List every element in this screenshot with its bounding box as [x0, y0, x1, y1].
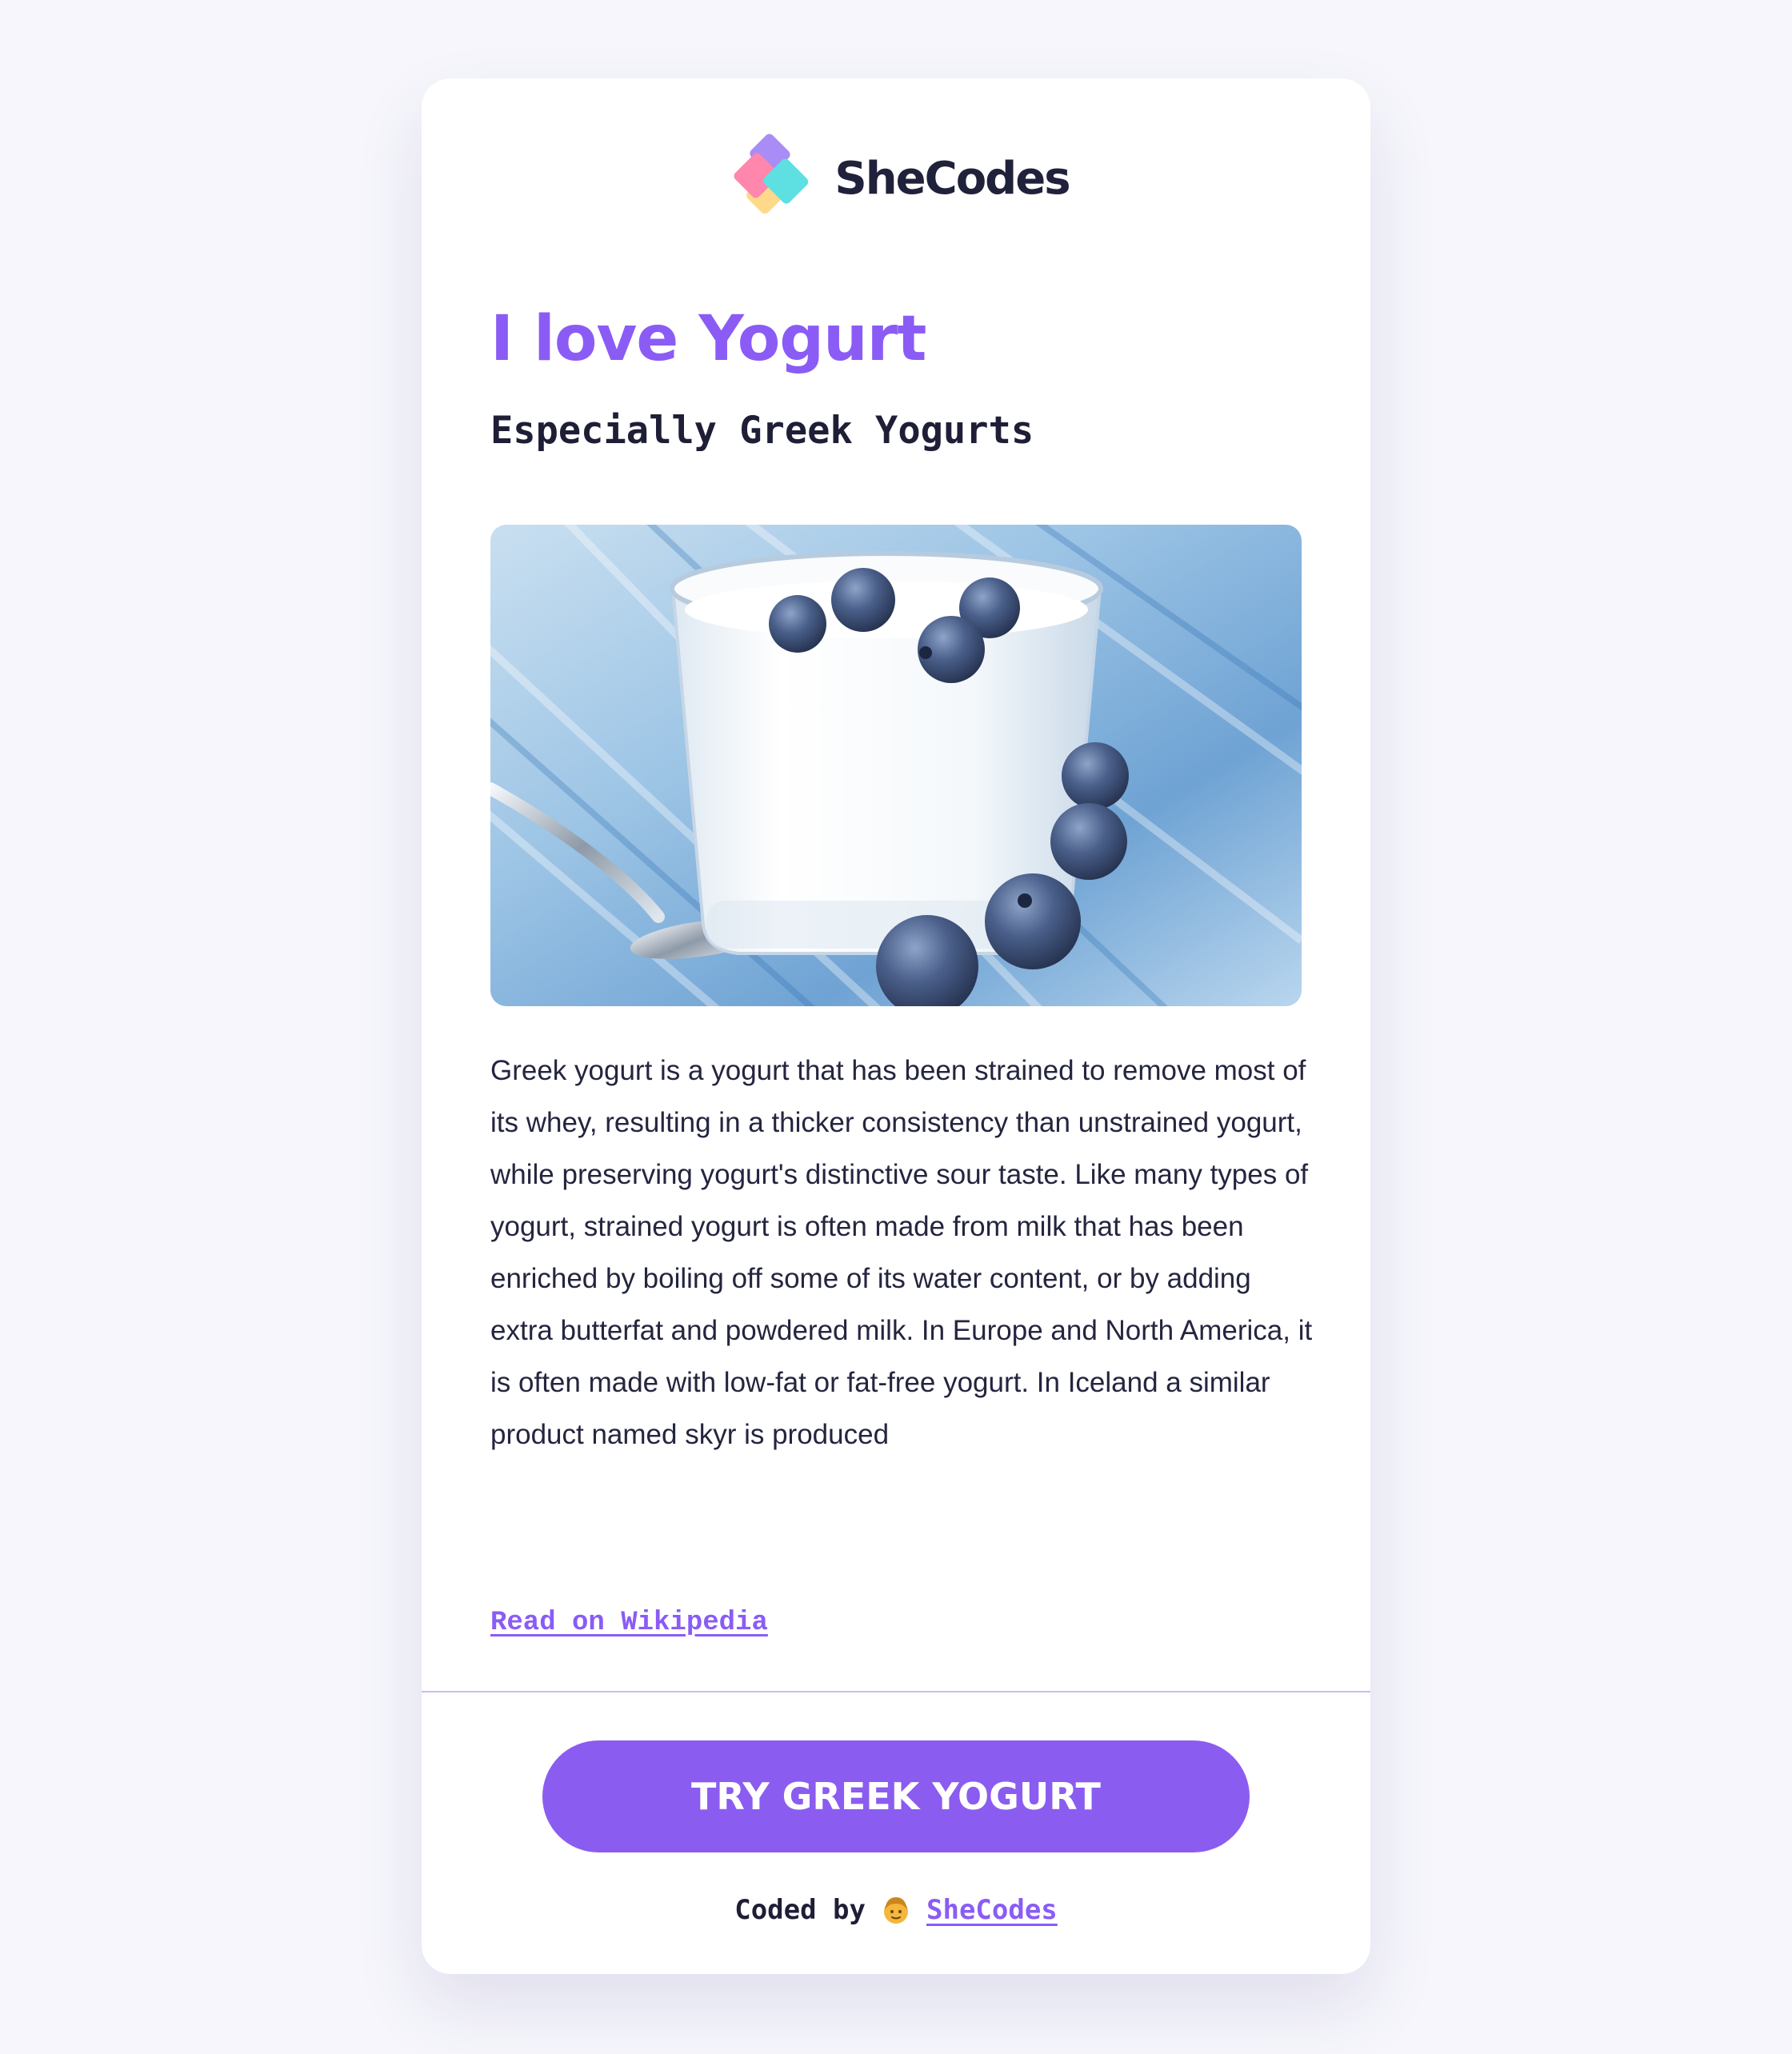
page-subtitle: Especially Greek Yogurts — [490, 409, 1034, 453]
email-card: SheCodes I love Yogurt Especially Greek … — [422, 78, 1370, 1974]
brand-header: SheCodes — [422, 128, 1370, 229]
section-divider — [422, 1691, 1370, 1692]
footer-credit: Coded by SheCodes — [422, 1886, 1370, 1934]
yogurt-description: Greek yogurt is a yogurt that has been s… — [490, 1055, 1313, 1450]
shecodes-footer-link[interactable]: SheCodes — [926, 1894, 1058, 1926]
brand-name: SheCodes — [834, 152, 1070, 205]
try-greek-yogurt-button[interactable]: TRY GREEK YOGURT — [542, 1740, 1250, 1852]
yogurt-blueberries-photo — [490, 525, 1302, 1006]
footer-prefix: Coded by — [734, 1894, 866, 1926]
wikipedia-link[interactable]: Read on Wikipedia — [490, 1608, 768, 1638]
page-title: I love Yogurt — [490, 303, 926, 375]
woman-emoji-icon — [884, 1897, 908, 1924]
shecodes-logo-icon — [734, 134, 809, 214]
